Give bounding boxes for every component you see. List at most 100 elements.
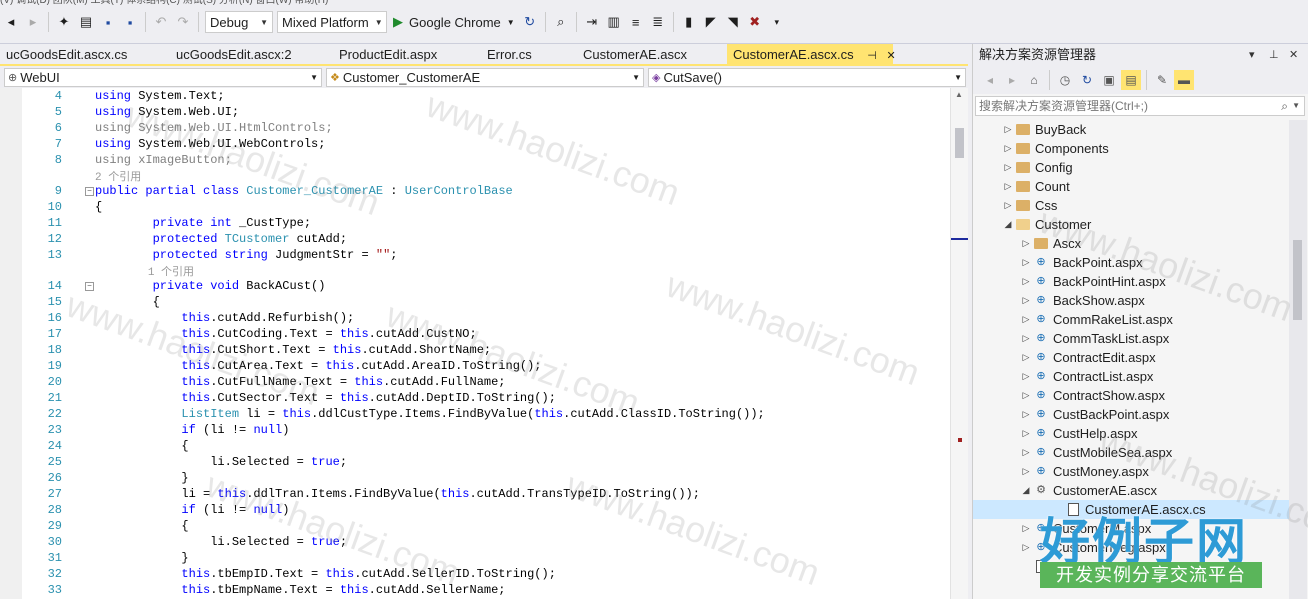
project-dropdown[interactable]: ⊕ WebUI ▼ <box>4 68 322 87</box>
expand-arrow-icon[interactable]: ▷ <box>1019 253 1033 272</box>
scroll-up-icon[interactable]: ▲ <box>955 90 963 99</box>
line-number: 5 <box>54 105 62 119</box>
tree-item[interactable]: ▷ Config <box>1001 158 1073 177</box>
pin-icon[interactable]: ⊥ <box>1269 44 1279 66</box>
history-icon[interactable]: ◷ <box>1055 70 1075 90</box>
expand-arrow-icon[interactable]: ▷ <box>1019 443 1033 462</box>
save-icon[interactable]: ▪ <box>98 12 118 32</box>
undo-icon[interactable]: ↶ <box>151 12 171 32</box>
platform-select[interactable]: Mixed Platform ▼ <box>277 11 387 33</box>
tree-item[interactable]: ▷ ⊕ BackShow.aspx <box>1019 291 1145 310</box>
scrollbar-thumb[interactable] <box>1293 240 1302 320</box>
comment-icon[interactable]: ≡ <box>626 12 646 32</box>
back-icon[interactable]: ◂ <box>980 70 1000 90</box>
class-dropdown[interactable]: ❖ Customer_CustomerAE ▼ <box>326 68 644 87</box>
new-project-icon[interactable]: ✦ <box>54 12 74 32</box>
back-icon[interactable]: ◂ <box>1 12 21 32</box>
configuration-select[interactable]: Debug ▼ <box>205 11 273 33</box>
tree-item[interactable]: ▷ ⊕ ContractEdit.aspx <box>1019 348 1156 367</box>
codelens-references[interactable]: 1 个引用 <box>95 263 194 279</box>
expand-arrow-icon[interactable]: ▷ <box>1019 272 1033 291</box>
refresh-icon[interactable]: ↻ <box>520 12 540 32</box>
collapse-arrow-icon[interactable]: ◢ <box>1019 481 1033 500</box>
line-number: 20 <box>47 375 62 389</box>
expand-arrow-icon[interactable]: ▷ <box>1019 519 1033 538</box>
expand-arrow-icon[interactable]: ▷ <box>1019 386 1033 405</box>
refresh-icon[interactable]: ↻ <box>1077 70 1097 90</box>
overflow-icon[interactable]: ▾ <box>767 12 787 32</box>
member-dropdown[interactable]: ◈ CutSave() ▼ <box>648 68 966 87</box>
collapse-arrow-icon[interactable]: ◢ <box>1001 215 1015 234</box>
play-icon: ▶ <box>393 14 403 29</box>
close-icon[interactable]: ✕ <box>1289 44 1298 66</box>
tab-customerae-ascx[interactable]: CustomerAE.ascx <box>577 44 727 66</box>
chevron-down-icon[interactable]: ▾ <box>1249 44 1255 66</box>
scrollbar-thumb[interactable] <box>955 128 964 158</box>
line-number: 29 <box>47 519 62 533</box>
start-debug-button[interactable]: ▶ Google Chrome ▼ <box>393 14 515 30</box>
preview-icon[interactable]: ▬ <box>1174 70 1194 90</box>
clear-bookmarks-icon[interactable]: ✖ <box>745 12 765 32</box>
expand-arrow-icon[interactable]: ▷ <box>1019 310 1033 329</box>
prev-bookmark-icon[interactable]: ◤ <box>701 12 721 32</box>
tab-error[interactable]: Error.cs <box>481 44 577 66</box>
uncomment-icon[interactable]: ≣ <box>648 12 668 32</box>
tree-item[interactable]: ▷ Components <box>1001 139 1109 158</box>
find-icon[interactable]: ⌕ <box>551 12 571 32</box>
editor-vertical-scrollbar[interactable]: ▲ <box>950 88 968 599</box>
tree-item-label: ContractEdit.aspx <box>1053 350 1156 365</box>
open-file-icon[interactable]: ▤ <box>76 12 96 32</box>
tab-ucgoodsedit-ascx[interactable]: ucGoodsEdit.ascx:2 <box>170 44 334 66</box>
expand-arrow-icon[interactable]: ▷ <box>1019 291 1033 310</box>
layout-icon[interactable]: ▥ <box>604 12 624 32</box>
next-bookmark-icon[interactable]: ◥ <box>723 12 743 32</box>
tab-productedit[interactable]: ProductEdit.aspx <box>333 44 481 66</box>
tree-item[interactable]: ◢ ⚙ CustomerAE.ascx <box>1019 481 1158 500</box>
tree-item[interactable]: ▷ ⊕ CustBackPoint.aspx <box>1019 405 1170 424</box>
solution-search-input[interactable]: 搜索解决方案资源管理器(Ctrl+;) ⌕ ▼ <box>975 96 1305 116</box>
chevron-down-icon[interactable]: ▼ <box>1292 97 1300 115</box>
step-icon[interactable]: ⇥ <box>582 12 602 32</box>
tree-item[interactable]: ▷ Count <box>1001 177 1070 196</box>
show-all-files-icon[interactable]: ▤ <box>1121 70 1141 90</box>
tree-item[interactable]: ▷ BuyBack <box>1001 120 1087 139</box>
bookmark-icon[interactable]: ▮ <box>679 12 699 32</box>
tree-item[interactable]: ▷ ⊕ ContractShow.aspx <box>1019 386 1165 405</box>
tab-ucgoodsedit-cs[interactable]: ucGoodsEdit.ascx.cs <box>0 44 170 66</box>
expand-arrow-icon[interactable]: ▷ <box>1019 348 1033 367</box>
folder-open-icon <box>1015 218 1031 232</box>
menu-bar[interactable]: (V) 调试(D) 团队(M) 工具(T) 体系结构(C) 测试(S) 分析(N… <box>0 0 1308 6</box>
code-line: } <box>95 551 189 565</box>
pin-icon[interactable]: ⊣ <box>867 50 877 62</box>
collapse-icon[interactable]: − <box>85 187 94 196</box>
expand-arrow-icon[interactable]: ▷ <box>1019 405 1033 424</box>
expand-arrow-icon[interactable]: ▷ <box>1001 120 1015 139</box>
search-icon[interactable]: ⌕ <box>1281 97 1288 115</box>
expand-arrow-icon[interactable]: ▷ <box>1019 424 1033 443</box>
collapse-all-icon[interactable]: ▣ <box>1099 70 1119 90</box>
expand-arrow-icon[interactable]: ▷ <box>1001 196 1015 215</box>
close-icon[interactable]: ✕ <box>887 50 896 62</box>
redo-icon[interactable]: ↷ <box>173 12 193 32</box>
save-all-icon[interactable]: ▪ <box>120 12 140 32</box>
tree-item[interactable]: ▷ ⊕ ContractList.aspx <box>1019 367 1154 386</box>
expand-arrow-icon[interactable]: ▷ <box>1001 177 1015 196</box>
expand-arrow-icon[interactable]: ▷ <box>1001 158 1015 177</box>
properties-icon[interactable]: ✎ <box>1152 70 1172 90</box>
expand-arrow-icon[interactable]: ▷ <box>1019 329 1033 348</box>
tree-item-label: BuyBack <box>1035 122 1087 137</box>
code-editor[interactable]: 4 using System.Text; 5 using System.Web.… <box>0 88 968 599</box>
expand-arrow-icon[interactable]: ▷ <box>1001 139 1015 158</box>
logo-subtitle: 开发实例分享交流平台 <box>1040 562 1262 588</box>
tab-customerae-cs[interactable]: CustomerAE.ascx.cs ⊣ ✕ <box>727 44 896 66</box>
tree-item[interactable]: ▷ ⊕ CommTaskList.aspx <box>1019 329 1170 348</box>
forward-icon[interactable]: ▸ <box>23 12 43 32</box>
tree-item[interactable]: ▷ ⊕ CommRakeList.aspx <box>1019 310 1173 329</box>
home-icon[interactable]: ⌂ <box>1024 70 1044 90</box>
codelens-references[interactable]: 2 个引用 <box>95 168 141 184</box>
forward-icon[interactable]: ▸ <box>1002 70 1022 90</box>
expand-arrow-icon[interactable]: ▷ <box>1019 234 1033 253</box>
expand-arrow-icon[interactable]: ▷ <box>1019 462 1033 481</box>
expand-arrow-icon[interactable]: ▷ <box>1019 538 1033 557</box>
expand-arrow-icon[interactable]: ▷ <box>1019 367 1033 386</box>
